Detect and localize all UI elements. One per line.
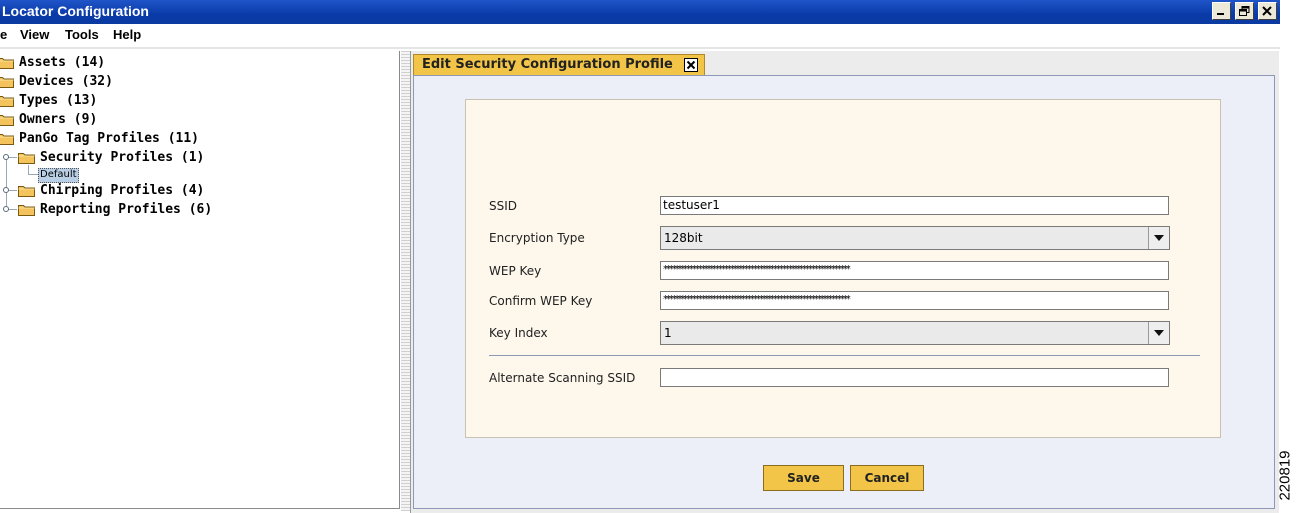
tree-node-security-profiles[interactable]: Security Profiles (1) (18, 148, 204, 166)
ssid-input[interactable]: testuser1 (660, 196, 1169, 215)
tree-node-label: PanGo Tag Profiles (11) (19, 130, 200, 146)
close-button[interactable] (1258, 2, 1277, 20)
form-divider (489, 355, 1200, 356)
key-index-dropdown-button[interactable] (1148, 322, 1169, 344)
tab-edit-security-profile[interactable]: Edit Security Configuration Profile (413, 54, 705, 75)
tree-node-label: Assets (14) (19, 54, 106, 70)
tree-node-label: Types (13) (19, 92, 98, 108)
menu-file[interactable]: e (0, 27, 7, 42)
tree-node-reporting-profiles[interactable]: Reporting Profiles (6) (18, 200, 212, 218)
chevron-down-icon (1154, 235, 1164, 241)
restore-icon (1239, 6, 1250, 16)
tree-node-pango-tag-profiles[interactable]: PanGo Tag Profiles (11) (0, 129, 199, 147)
folder-icon (0, 114, 14, 126)
expander-open-icon[interactable] (2, 153, 10, 161)
tree-connector (28, 174, 38, 175)
tree-connector (6, 157, 7, 210)
tab-close-button[interactable] (684, 58, 698, 72)
menu-tools[interactable]: Tools (65, 27, 99, 42)
folder-icon (18, 152, 35, 164)
wep-key-label: WEP Key (489, 264, 542, 278)
alternate-scanning-ssid-input[interactable] (660, 368, 1169, 387)
menu-help[interactable]: Help (113, 27, 141, 42)
tree-node-label: Reporting Profiles (6) (40, 201, 213, 217)
tree-node-label: Security Profiles (1) (40, 149, 205, 165)
window-title: Locator Configuration (2, 3, 149, 19)
encryption-type-select[interactable]: 128bit (660, 226, 1170, 250)
tree-node-devices[interactable]: Devices (32) (0, 72, 113, 90)
folder-icon (18, 185, 35, 197)
cancel-button[interactable]: Cancel (850, 465, 924, 491)
figure-id-text: 220819 (1276, 450, 1294, 501)
confirm-wep-key-label: Confirm WEP Key (489, 294, 593, 308)
folder-icon (0, 76, 14, 88)
tree-node-chirping-profiles[interactable]: Chirping Profiles (4) (18, 181, 204, 199)
wep-key-input[interactable]: ****************************************… (660, 261, 1169, 280)
navigation-tree[interactable]: Assets (14) Devices (32) Types (13) Owne… (0, 51, 400, 509)
tree-node-types[interactable]: Types (13) (0, 91, 97, 109)
tab-label: Edit Security Configuration Profile (422, 57, 673, 72)
tree-node-label: Owners (9) (19, 111, 98, 127)
folder-icon (18, 204, 35, 216)
expander-closed-icon[interactable] (2, 205, 10, 213)
encryption-type-dropdown-button[interactable] (1148, 227, 1169, 249)
folder-icon (0, 95, 14, 107)
encryption-type-value: 128bit (664, 231, 703, 245)
ssid-label: SSID (489, 199, 518, 213)
restore-button[interactable] (1235, 2, 1254, 20)
tree-node-owners[interactable]: Owners (9) (0, 110, 97, 128)
title-bar: Locator Configuration (0, 0, 1280, 24)
save-button[interactable]: Save (763, 465, 844, 491)
tree-node-assets[interactable]: Assets (14) (0, 53, 105, 71)
chevron-down-icon (1154, 330, 1164, 336)
pane-splitter[interactable] (401, 51, 410, 511)
minimize-button[interactable] (1212, 2, 1231, 20)
minimize-icon (1217, 13, 1224, 15)
key-index-value: 1 (664, 326, 672, 340)
menu-divider (0, 47, 1280, 49)
close-icon (1262, 6, 1272, 16)
encryption-type-label: Encryption Type (489, 231, 585, 245)
key-index-label: Key Index (489, 326, 548, 340)
menu-view[interactable]: View (20, 27, 49, 42)
folder-icon (0, 57, 14, 69)
folder-open-icon (0, 133, 14, 145)
close-icon (686, 60, 696, 70)
key-index-select[interactable]: 1 (660, 321, 1170, 345)
confirm-wep-key-input[interactable]: ****************************************… (660, 291, 1169, 310)
tree-node-label: Devices (32) (19, 73, 113, 89)
tree-node-label: Chirping Profiles (4) (40, 182, 205, 198)
figure-id: 220819 (1277, 440, 1302, 510)
menu-bar: e View Tools Help (0, 24, 1280, 46)
alternate-scanning-ssid-label: Alternate Scanning SSID (489, 371, 636, 385)
expander-closed-icon[interactable] (2, 186, 10, 194)
